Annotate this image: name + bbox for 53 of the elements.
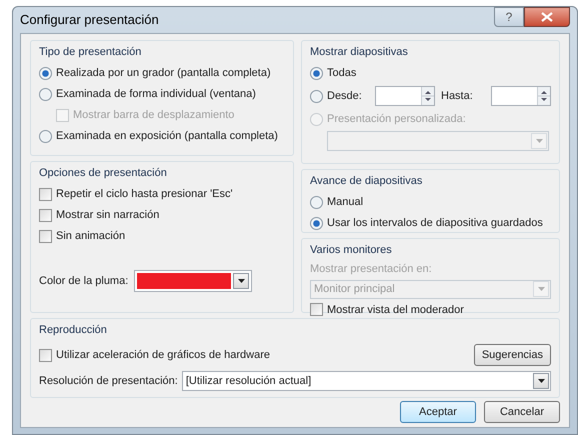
radio-icon[interactable] xyxy=(310,90,323,102)
field-label: Mostrar presentación en: xyxy=(310,262,433,277)
close-icon xyxy=(541,12,553,22)
close-button[interactable] xyxy=(524,7,570,27)
option-label: Resolución de presentación: xyxy=(39,374,178,389)
option-label: Examinada de forma individual (ventana) xyxy=(56,86,256,102)
radio-icon[interactable] xyxy=(39,130,52,142)
help-button[interactable]: ? xyxy=(494,7,524,27)
radio-icon[interactable] xyxy=(39,88,52,100)
option-label: Todas xyxy=(327,66,356,81)
option-label: Manual xyxy=(327,194,364,210)
option-label: Examinada en exposición (pantalla completa) xyxy=(56,128,278,144)
option-label: Hasta: xyxy=(441,88,474,104)
group-title: Reproducción xyxy=(39,323,108,338)
caret-icon xyxy=(531,133,547,149)
option-label: Mostrar sin narración xyxy=(56,208,160,223)
ok-button[interactable]: Aceptar xyxy=(400,401,476,423)
group-title: Avance de diapositivas xyxy=(310,174,424,189)
tips-button[interactable]: Sugerencias xyxy=(474,344,551,366)
option-label: Desde: xyxy=(327,88,363,104)
option-label: Realizada por un grador (pantalla completa) xyxy=(56,66,271,81)
option-label: Utilizar aceleración de gráficos de hardware xyxy=(56,348,270,363)
checkbox[interactable] xyxy=(39,230,52,242)
option-label: Color de la pluma: xyxy=(39,274,128,289)
spin-field[interactable] xyxy=(375,86,435,106)
caret-icon xyxy=(533,281,549,298)
caret-icon xyxy=(533,373,549,389)
checkbox[interactable] xyxy=(39,348,52,362)
group-title: Opciones de presentación xyxy=(39,166,168,181)
spin-field[interactable] xyxy=(491,86,551,106)
checkbox[interactable] xyxy=(310,303,323,316)
dropdown[interactable]: [Utilizar resolución actual] xyxy=(182,371,551,391)
spin-arrows-icon xyxy=(537,87,550,105)
option-label: Mostrar vista del moderador xyxy=(327,302,464,318)
option-label: Mostrar barra de desplazamiento xyxy=(73,108,234,123)
window-title: Configurar presentación xyxy=(20,11,159,30)
checkbox[interactable] xyxy=(39,188,52,200)
option-label: Repetir el ciclo hasta presionar 'Esc' xyxy=(56,186,233,202)
radio-selected-icon[interactable] xyxy=(39,66,52,80)
radio-selected-icon[interactable] xyxy=(310,66,323,80)
checkbox[interactable] xyxy=(39,208,52,222)
radio-icon[interactable] xyxy=(310,196,323,208)
option-label: Presentación personalizada: xyxy=(327,112,466,127)
caret-icon xyxy=(233,273,250,289)
option-label: Sin animación xyxy=(56,228,126,244)
group-title: Mostrar diapositivas xyxy=(310,45,409,60)
color-picker[interactable] xyxy=(134,270,252,292)
group-title: Tipo de presentación xyxy=(39,45,142,60)
option-label: Usar los intervalos de diapositiva guardados xyxy=(327,216,543,231)
spin-arrows-icon xyxy=(421,87,434,105)
cancel-button[interactable]: Cancelar xyxy=(484,401,560,423)
radio-selected-icon[interactable] xyxy=(310,216,323,230)
group-title: Varios monitores xyxy=(310,243,393,258)
